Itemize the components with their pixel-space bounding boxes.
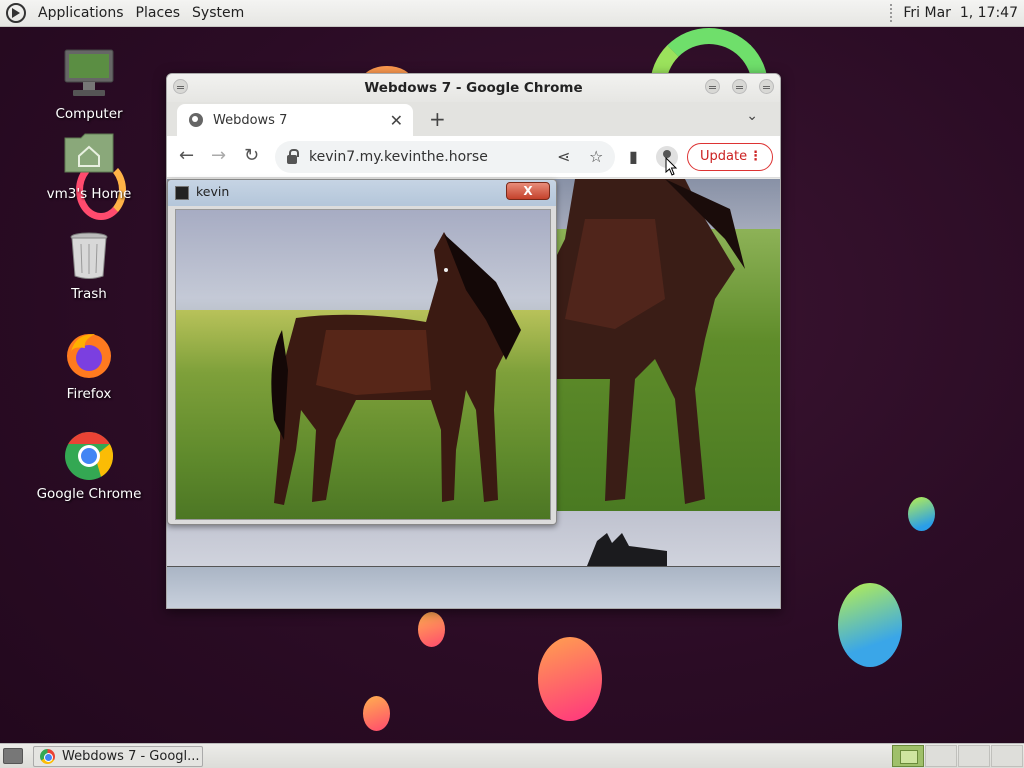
wallpaper-decoration xyxy=(363,696,390,731)
menu-system[interactable]: System xyxy=(186,0,250,27)
share-icon[interactable]: ⋖ xyxy=(557,147,570,166)
new-tab-button[interactable]: + xyxy=(429,107,446,131)
desktop-icon-label: Trash xyxy=(71,286,107,302)
page-footer-band xyxy=(167,566,780,608)
desktop-icon-computer[interactable]: Computer xyxy=(34,48,144,122)
window-titlebar[interactable]: Webdows 7 - Google Chrome xyxy=(167,74,780,102)
kevin-window: kevin X xyxy=(167,179,557,525)
globe-icon xyxy=(189,113,203,127)
desktop-icon-label: vm3's Home xyxy=(46,186,132,202)
forward-arrow-icon[interactable]: → xyxy=(211,145,226,166)
tab-search-chevron-icon[interactable]: ⌄ xyxy=(746,108,758,124)
mouse-pointer-icon xyxy=(665,157,678,176)
kevin-window-title: kevin xyxy=(196,184,230,199)
desktop-icon-chrome[interactable]: Google Chrome xyxy=(34,428,144,502)
horse-image-large xyxy=(555,179,745,504)
wallpaper-decoration xyxy=(418,612,445,647)
workspace-4[interactable] xyxy=(991,745,1023,767)
tab-close-icon[interactable]: ✕ xyxy=(390,111,403,130)
bookmark-star-icon[interactable]: ☆ xyxy=(589,147,603,166)
trash-icon xyxy=(61,228,117,284)
taskbar-item-label: Webdows 7 - Googl... xyxy=(62,749,200,764)
firefox-icon xyxy=(61,328,117,384)
top-panel: Applications Places System Fri Mar 1, 17… xyxy=(0,0,1024,27)
desktop-icon-label: Firefox xyxy=(66,386,112,402)
wallpaper-decoration xyxy=(908,497,935,531)
wallpaper-decoration xyxy=(838,583,902,667)
workspace-1[interactable] xyxy=(892,745,924,767)
horse-image xyxy=(271,232,521,505)
workspace-2[interactable] xyxy=(925,745,957,767)
home-folder-icon xyxy=(61,128,117,184)
close-button[interactable] xyxy=(759,79,774,94)
update-button[interactable]: Update ⋮ xyxy=(687,143,773,171)
menu-places[interactable]: Places xyxy=(130,0,187,27)
desktop-icon-home[interactable]: vm3's Home xyxy=(34,128,144,202)
panel-clock[interactable]: Fri Mar 1, 17:47 xyxy=(903,5,1018,21)
chrome-icon xyxy=(40,749,55,764)
kevin-image-view xyxy=(175,209,551,520)
tab-strip: Webdows 7 ✕ + ⌄ xyxy=(167,102,780,136)
menu-applications[interactable]: Applications xyxy=(32,0,130,27)
browser-toolbar: ← → ↻ kevin7.my.kevinthe.horse ⋖ ☆ ▮ Upd… xyxy=(167,136,780,178)
minimize-button[interactable] xyxy=(705,79,720,94)
lock-icon[interactable] xyxy=(287,148,299,164)
maximize-button[interactable] xyxy=(732,79,747,94)
window-title: Webdows 7 - Google Chrome xyxy=(364,80,583,96)
desktop-icon-trash[interactable]: Trash xyxy=(34,228,144,302)
bottom-taskbar: Webdows 7 - Googl... xyxy=(0,743,1024,768)
desktop-icon-label: Google Chrome xyxy=(36,486,142,502)
kebab-menu-icon[interactable]: ⋮ xyxy=(749,144,762,170)
wallpaper-decoration xyxy=(538,637,602,721)
reload-icon[interactable]: ↻ xyxy=(244,145,259,166)
taskbar-item-chrome[interactable]: Webdows 7 - Googl... xyxy=(33,746,203,767)
tab-webdows-7[interactable]: Webdows 7 ✕ xyxy=(177,104,413,136)
address-bar-url: kevin7.my.kevinthe.horse xyxy=(309,149,488,165)
update-button-label: Update xyxy=(700,149,748,164)
computer-icon xyxy=(61,48,117,104)
side-panel-icon[interactable]: ▮ xyxy=(629,147,638,166)
window-menu-button[interactable] xyxy=(173,79,188,94)
horse-app-icon xyxy=(175,186,189,200)
panel-separator xyxy=(890,4,893,22)
desktop-icon-label: Computer xyxy=(55,106,123,122)
kevin-titlebar[interactable]: kevin X xyxy=(168,180,556,206)
workspace-3[interactable] xyxy=(958,745,990,767)
desktop-icon-firefox[interactable]: Firefox xyxy=(34,328,144,402)
distro-logo-icon[interactable] xyxy=(5,2,27,24)
kevin-close-button[interactable]: X xyxy=(506,182,550,200)
show-desktop-icon[interactable] xyxy=(3,748,23,764)
chrome-icon xyxy=(61,428,117,484)
tab-title: Webdows 7 xyxy=(213,112,288,128)
back-arrow-icon[interactable]: ← xyxy=(179,145,194,166)
